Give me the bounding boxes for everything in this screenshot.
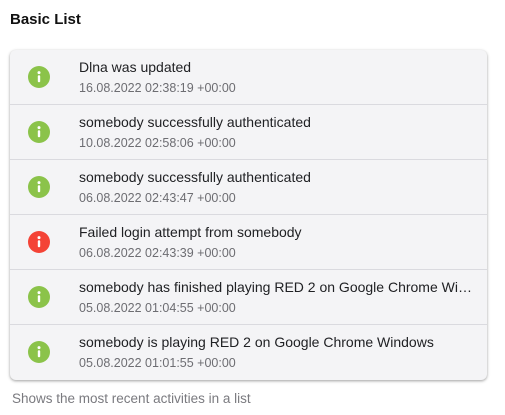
list-item[interactable]: somebody successfully authenticated 10.0… <box>10 105 487 160</box>
item-message: somebody has finished playing RED 2 on G… <box>79 279 473 295</box>
list-item[interactable]: Failed login attempt from somebody 06.08… <box>10 215 487 270</box>
list-item[interactable]: somebody is playing RED 2 on Google Chro… <box>10 325 487 379</box>
list-item[interactable]: somebody has finished playing RED 2 on G… <box>10 270 487 325</box>
item-timestamp: 06.08.2022 02:43:39 +00:00 <box>79 246 236 260</box>
item-timestamp: 16.08.2022 02:38:19 +00:00 <box>79 81 236 95</box>
list-item[interactable]: Dlna was updated 16.08.2022 02:38:19 +00… <box>10 50 487 105</box>
page: Basic List Dlna was updated 16.08.2022 0… <box>0 0 505 415</box>
item-timestamp: 10.08.2022 02:58:06 +00:00 <box>79 136 236 150</box>
info-icon <box>28 66 50 88</box>
info-icon <box>28 176 50 198</box>
item-message: Failed login attempt from somebody <box>79 224 302 240</box>
list-description: Shows the most recent activities in a li… <box>12 391 251 406</box>
list-item[interactable]: somebody successfully authenticated 06.0… <box>10 160 487 215</box>
item-message: somebody successfully authenticated <box>79 114 311 130</box>
item-timestamp: 06.08.2022 02:43:47 +00:00 <box>79 191 236 205</box>
item-timestamp: 05.08.2022 01:04:55 +00:00 <box>79 301 236 315</box>
info-icon <box>28 121 50 143</box>
info-icon <box>28 341 50 363</box>
item-message: Dlna was updated <box>79 59 192 75</box>
item-message: somebody is playing RED 2 on Google Chro… <box>79 334 434 350</box>
info-icon <box>28 286 50 308</box>
list-title: Basic List <box>10 11 81 28</box>
item-timestamp: 05.08.2022 01:01:55 +00:00 <box>79 356 236 370</box>
item-message: somebody successfully authenticated <box>79 169 311 185</box>
activity-list: Dlna was updated 16.08.2022 02:38:19 +00… <box>10 50 487 380</box>
error-icon <box>28 231 50 253</box>
